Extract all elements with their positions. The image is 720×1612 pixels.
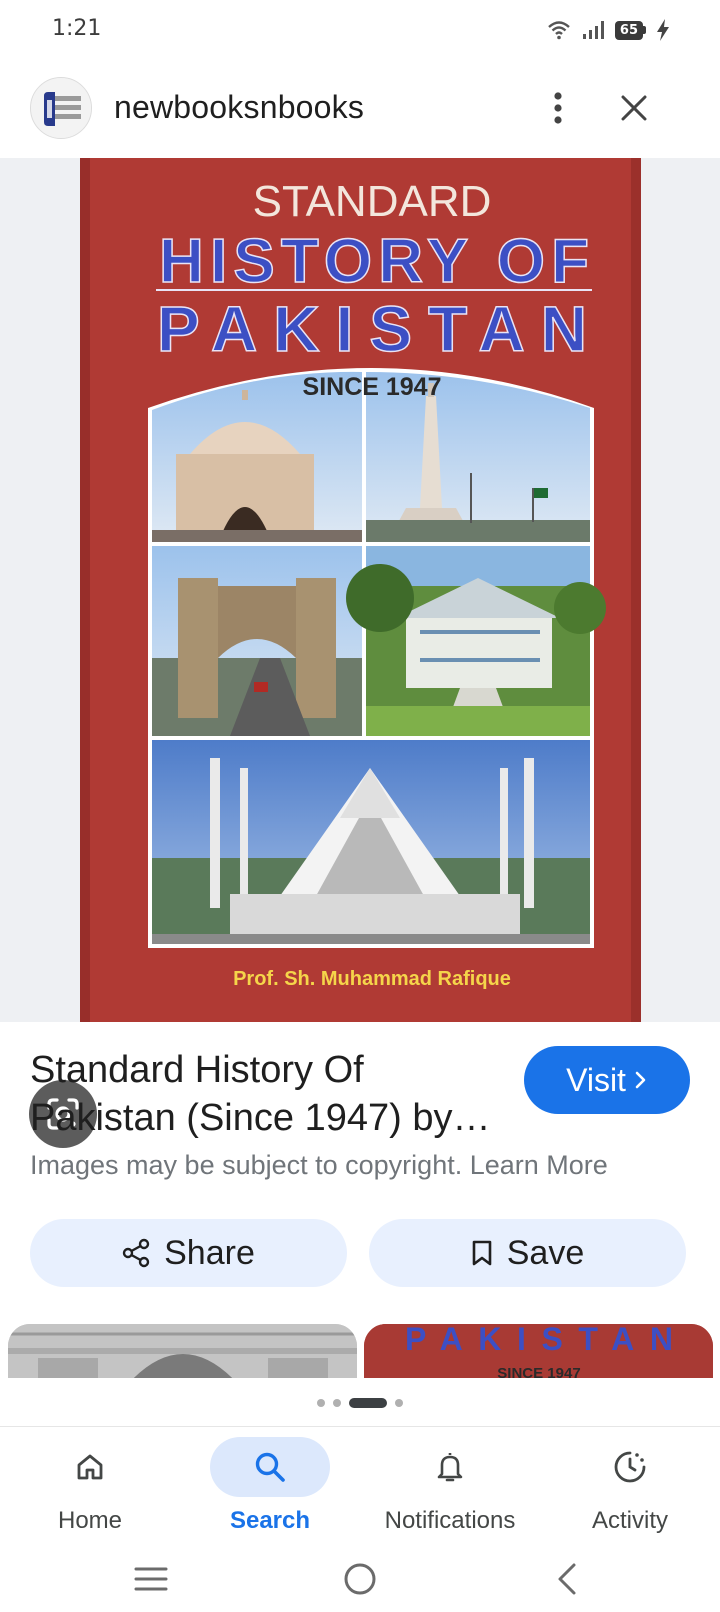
nav-notifications-label: Notifications <box>384 1507 516 1534</box>
recent-apps-icon[interactable] <box>134 1566 168 1592</box>
cover-subtitle: SINCE 1947 <box>303 373 442 401</box>
save-button[interactable]: Save <box>369 1219 686 1287</box>
nav-activity[interactable]: Activity <box>540 1427 720 1547</box>
related-image-thumbnail[interactable] <box>8 1324 357 1378</box>
result-title[interactable]: Standard History Of Pakistan (Since 1947… <box>30 1046 500 1142</box>
thumb-subtitle: SINCE 1947 <box>497 1365 580 1378</box>
related-images-strip: PAKISTAN SINCE 1947 <box>0 1324 720 1378</box>
battery-level: 65 <box>614 20 643 40</box>
chevron-right-icon <box>635 1071 646 1089</box>
source-header: newbooksnbooks <box>0 72 720 152</box>
nav-search-label: Search <box>229 1507 311 1534</box>
back-icon[interactable] <box>556 1562 578 1596</box>
status-icons: 65 <box>547 16 670 44</box>
bell-icon <box>437 1453 463 1482</box>
nav-activity-label: Activity <box>591 1507 668 1534</box>
pagination-dot-active <box>349 1398 387 1408</box>
book-cover-image[interactable]: STANDARD HISTORY OF PAKISTAN SINCE 1947 … <box>80 158 641 1022</box>
charging-icon <box>657 19 669 41</box>
share-button[interactable]: Share <box>30 1219 347 1287</box>
battery-icon: 65 <box>614 20 646 40</box>
bookmark-icon <box>472 1240 492 1266</box>
related-image-thumbnail[interactable]: PAKISTAN SINCE 1947 <box>364 1324 713 1378</box>
activity-icon <box>614 1451 646 1483</box>
visit-label: Visit <box>566 1061 626 1098</box>
save-label: Save <box>506 1233 585 1272</box>
cover-line-standard: STANDARD <box>253 177 492 226</box>
search-icon <box>255 1452 285 1482</box>
home-circle-icon[interactable] <box>343 1562 377 1596</box>
image-viewer[interactable]: STANDARD HISTORY OF PAKISTAN SINCE 1947 … <box>0 158 720 1148</box>
nav-home[interactable]: Home <box>0 1427 180 1547</box>
nav-search[interactable]: Search <box>180 1427 360 1547</box>
site-name[interactable]: newbooksnbooks <box>114 89 364 126</box>
signal-icon <box>582 21 604 39</box>
cover-line-pakistan: PAKISTAN <box>157 293 587 365</box>
system-navigation-bar <box>0 1546 720 1612</box>
pagination-dot <box>395 1399 403 1407</box>
status-time: 1:21 <box>52 16 102 41</box>
close-icon <box>621 95 647 121</box>
nav-home-label: Home <box>57 1507 123 1534</box>
home-icon <box>77 1454 103 1480</box>
visit-button[interactable]: Visit <box>524 1046 690 1114</box>
more-options-button[interactable] <box>538 88 578 128</box>
more-vert-icon <box>554 92 562 124</box>
share-icon <box>122 1238 150 1268</box>
pagination-dots <box>0 1395 720 1411</box>
bottom-navigation: Home Search Notifications Activity <box>0 1426 720 1546</box>
pagination-dot <box>333 1399 341 1407</box>
cover-author: Prof. Sh. Muhammad Rafique <box>233 968 511 990</box>
close-button[interactable] <box>614 88 654 128</box>
wifi-icon <box>548 21 570 40</box>
pagination-dot <box>317 1399 325 1407</box>
copyright-notice[interactable]: Images may be subject to copyright. Lear… <box>30 1150 608 1181</box>
status-bar: 1:21 65 <box>0 0 720 60</box>
site-logo[interactable] <box>30 77 92 139</box>
share-label: Share <box>164 1233 255 1272</box>
nav-notifications[interactable]: Notifications <box>360 1427 540 1547</box>
